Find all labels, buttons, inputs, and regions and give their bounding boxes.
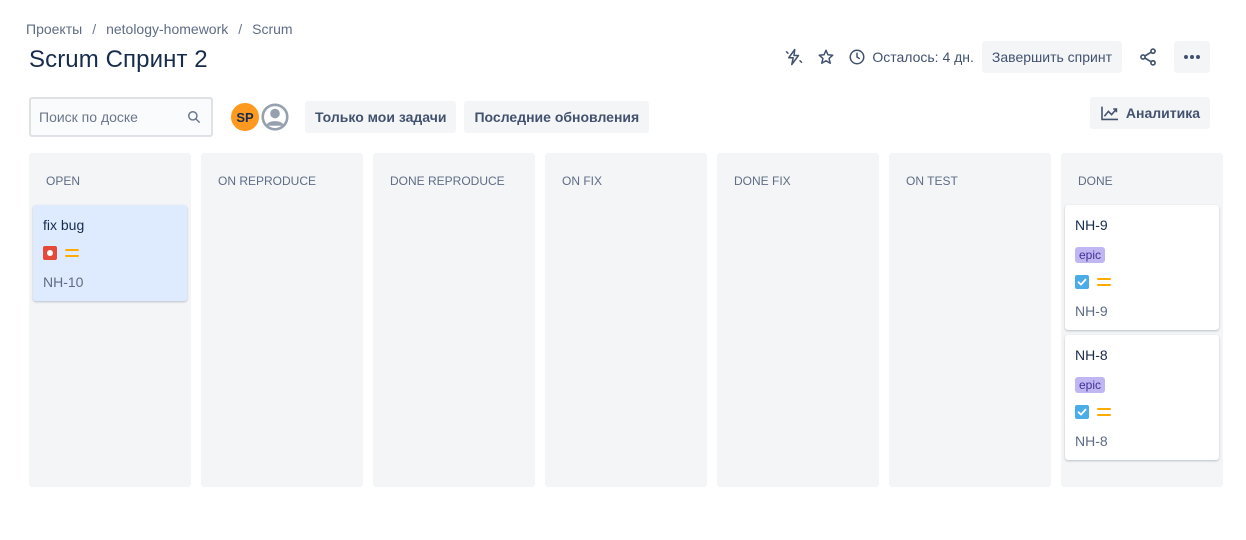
page-title: Scrum Спринт 2 <box>29 46 208 73</box>
column-open[interactable]: OPEN fix bug NH-10 <box>29 153 191 487</box>
time-remaining-label: Осталось: 4 дн. <box>872 49 974 65</box>
task-icon <box>1075 405 1089 419</box>
only-my-issues-button[interactable]: Только мои задачи <box>305 101 457 133</box>
column-title: ON REPRODUCE <box>218 174 317 188</box>
breadcrumb-projects[interactable]: Проекты <box>26 21 82 37</box>
issue-summary: NH-9 <box>1075 217 1108 233</box>
priority-medium-icon <box>1097 408 1111 416</box>
issue-card[interactable]: NH-8 epic NH-8 <box>1065 335 1219 460</box>
column-title: DONE <box>1078 174 1113 188</box>
board-toolbar: SP Только мои задачи Последние обновлени… <box>29 97 650 137</box>
column-title: DONE REPRODUCE <box>390 174 505 188</box>
board-search <box>29 97 213 137</box>
share-icon <box>1140 48 1156 66</box>
user-icon <box>261 103 289 131</box>
automation-icon <box>786 48 803 66</box>
issue-icons <box>1075 274 1209 290</box>
issue-card[interactable]: fix bug NH-10 <box>33 205 187 301</box>
issue-card[interactable]: NH-9 epic NH-9 <box>1065 205 1219 330</box>
share-button[interactable] <box>1132 41 1164 73</box>
issue-icons <box>1075 404 1209 420</box>
issue-icons <box>43 245 177 261</box>
automation-button[interactable] <box>778 41 810 73</box>
breadcrumb-project[interactable]: netology-homework <box>106 21 228 37</box>
epic-label[interactable]: epic <box>1075 377 1106 393</box>
chart-icon <box>1101 106 1118 121</box>
issue-summary: NH-8 <box>1075 347 1108 363</box>
task-icon <box>1075 275 1089 289</box>
priority-medium-icon <box>1097 278 1111 286</box>
issue-key[interactable]: NH-10 <box>43 273 177 291</box>
column-on-fix[interactable]: ON FIX <box>545 153 707 487</box>
analytics-button[interactable]: Аналитика <box>1089 97 1210 129</box>
star-icon <box>818 49 834 64</box>
column-title: DONE FIX <box>734 174 791 188</box>
column-title: ON FIX <box>562 174 603 188</box>
more-button[interactable] <box>1174 41 1210 73</box>
breadcrumb-separator: / <box>92 21 97 37</box>
search-input[interactable] <box>39 109 179 125</box>
bug-icon <box>43 246 57 260</box>
recently-updated-button[interactable]: Последние обновления <box>464 101 650 133</box>
complete-sprint-button[interactable]: Завершить спринт <box>981 41 1122 73</box>
issue-key[interactable]: NH-9 <box>1075 302 1209 320</box>
more-icon <box>1184 55 1200 59</box>
breadcrumb: Проекты / netology-homework / Scrum <box>26 20 293 38</box>
header-actions: Осталось: 4 дн. Завершить спринт <box>778 41 1210 73</box>
avatar-sp[interactable]: SP <box>229 101 261 133</box>
avatar-unassigned[interactable] <box>259 101 291 133</box>
star-button[interactable] <box>810 41 842 73</box>
column-on-test[interactable]: ON TEST <box>889 153 1051 487</box>
issue-summary: fix bug <box>43 217 85 233</box>
epic-label[interactable]: epic <box>1075 247 1106 263</box>
column-title: ON TEST <box>906 174 958 188</box>
search-icon <box>188 111 200 123</box>
sprint-board: OPEN fix bug NH-10 ON REPRODUCE DONE REP… <box>29 153 1223 487</box>
column-done-reproduce[interactable]: DONE REPRODUCE <box>373 153 535 487</box>
breadcrumb-separator: / <box>238 21 243 37</box>
avatar-group: SP <box>229 101 291 133</box>
column-done-fix[interactable]: DONE FIX <box>717 153 879 487</box>
column-title: OPEN <box>46 174 81 188</box>
analytics-label: Аналитика <box>1125 105 1200 121</box>
breadcrumb-board[interactable]: Scrum <box>252 21 292 37</box>
column-done[interactable]: DONE NH-9 epic NH-9 NH-8 epic NH-8 <box>1061 153 1223 487</box>
time-remaining: Осталось: 4 дн. <box>848 48 974 66</box>
clock-icon <box>849 49 865 65</box>
column-on-reproduce[interactable]: ON REPRODUCE <box>201 153 363 487</box>
issue-key[interactable]: NH-8 <box>1075 432 1209 450</box>
priority-medium-icon <box>65 249 79 257</box>
